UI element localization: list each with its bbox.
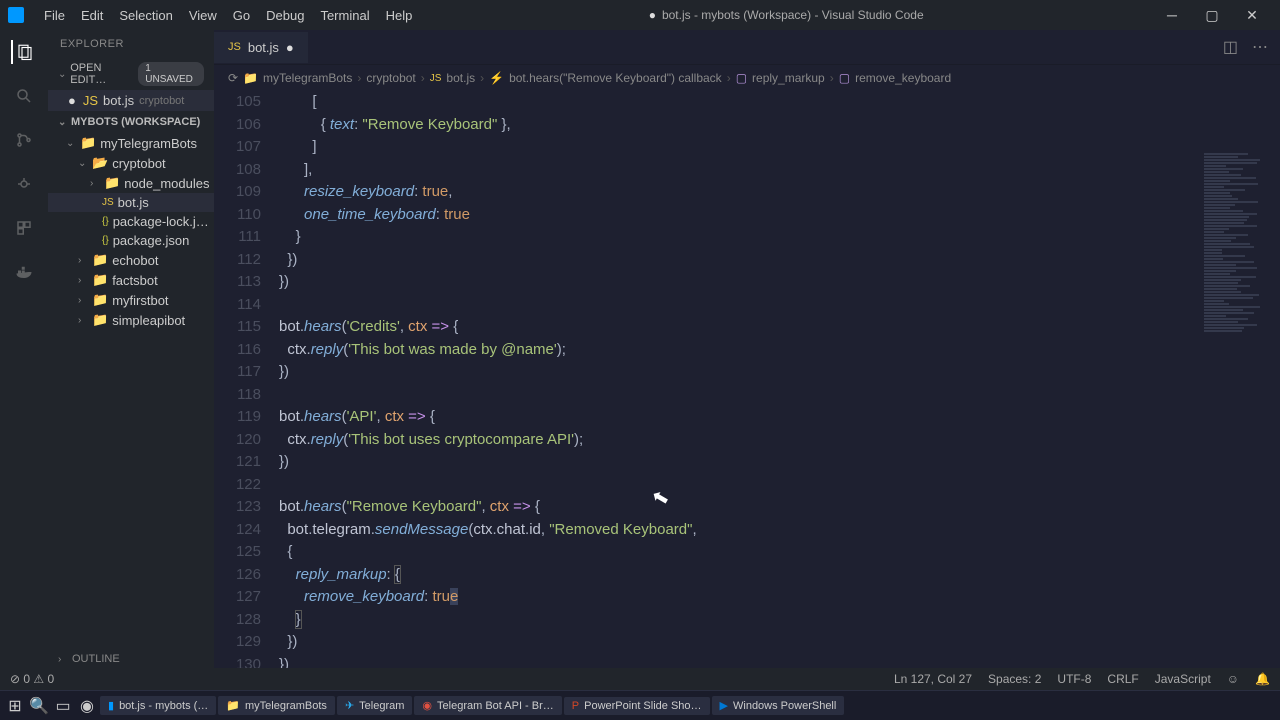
tree-file-pkglock[interactable]: {}package-lock.j… [48,212,214,231]
tree-folder-root[interactable]: ⌄📁myTelegramBots [48,133,214,153]
status-lang[interactable]: JavaScript [1155,672,1211,686]
code-area[interactable]: 105 106 107 108 109 110 111 112 113 114 … [214,91,1280,690]
breadcrumb[interactable]: ⟳ 📁myTelegramBots› cryptobot› JSbot.js› … [214,65,1280,91]
taskbar-powerpoint[interactable]: PPowerPoint Slide Sho… [564,697,710,715]
taskbar: ⊞ 🔍 ▭ ◉ ▮bot.js - mybots (… 📁myTelegramB… [0,690,1280,720]
split-editor-icon[interactable]: ◫ [1223,37,1238,57]
tree-folder-cryptobot[interactable]: ⌄📂cryptobot [48,153,214,173]
workspace-header[interactable]: ⌄MYBOTS (WORKSPACE) [48,111,214,133]
tree-folder-simpleapibot[interactable]: ›📁simpleapibot [48,310,214,330]
menu-view[interactable]: View [181,4,225,27]
search-icon[interactable] [12,84,36,108]
sidebar: EXPLORER ⌄ OPEN EDIT… 1 UNSAVED JS bot.j… [48,30,214,690]
task-view-icon[interactable]: ▭ [52,695,74,717]
debug-icon[interactable] [12,172,36,196]
status-cursor[interactable]: Ln 127, Col 27 [894,672,972,686]
menu-bar: File Edit Selection View Go Debug Termin… [36,4,420,27]
open-editor-file[interactable]: JS bot.js cryptobot [48,90,214,111]
menu-selection[interactable]: Selection [111,4,180,27]
status-spaces[interactable]: Spaces: 2 [988,672,1041,686]
tree-file-botjs[interactable]: JSbot.js [48,193,214,212]
taskbar-browser[interactable]: ◉Telegram Bot API - Br… [414,696,561,715]
minimize-button[interactable]: ─ [1152,7,1192,24]
activity-bar [0,30,48,690]
code-content[interactable]: [ { text: "Remove Keyboard" }, ] ], resi… [279,91,1280,690]
menu-debug[interactable]: Debug [258,4,312,27]
vscode-logo-icon [8,7,24,23]
tree-folder-echobot[interactable]: ›📁echobot [48,250,214,270]
status-encoding[interactable]: UTF-8 [1057,672,1091,686]
menu-edit[interactable]: Edit [73,4,111,27]
taskbar-vscode[interactable]: ▮bot.js - mybots (… [100,696,216,715]
tab-unsaved-icon[interactable]: ● [286,40,294,55]
tree-file-pkg[interactable]: {}package.json [48,231,214,250]
line-gutter: 105 106 107 108 109 110 111 112 113 114 … [214,91,279,690]
status-feedback-icon[interactable]: ☺ [1227,672,1239,686]
taskbar-folder[interactable]: 📁myTelegramBots [218,696,335,715]
taskbar-powershell[interactable]: ▶Windows PowerShell [712,696,845,715]
taskbar-telegram[interactable]: ✈Telegram [337,696,412,715]
close-button[interactable]: ✕ [1232,7,1272,24]
status-eol[interactable]: CRLF [1107,672,1138,686]
tree-folder-myfirstbot[interactable]: ›📁myfirstbot [48,290,214,310]
status-bell-icon[interactable]: 🔔 [1255,672,1270,686]
menu-terminal[interactable]: Terminal [312,4,377,27]
unsaved-badge: 1 UNSAVED [138,62,204,86]
more-actions-icon[interactable]: ⋯ [1252,37,1268,57]
docker-icon[interactable] [12,260,36,284]
status-bar: ⊘ 0 ⚠ 0 Ln 127, Col 27 Spaces: 2 UTF-8 C… [0,668,1280,690]
status-errors[interactable]: ⊘ 0 ⚠ 0 [10,672,54,686]
chrome-icon[interactable]: ◉ [76,695,98,717]
start-button[interactable]: ⊞ [4,695,26,717]
taskbar-search-icon[interactable]: 🔍 [28,695,50,717]
explorer-icon[interactable] [11,40,35,64]
window-controls: ─ ▢ ✕ [1152,7,1272,24]
tree-node-modules[interactable]: ›📁node_modules [48,173,214,193]
explorer-title: EXPLORER [48,30,214,58]
maximize-button[interactable]: ▢ [1192,7,1232,24]
tab-botjs[interactable]: JS bot.js ● [214,32,308,63]
menu-help[interactable]: Help [378,4,421,27]
titlebar: File Edit Selection View Go Debug Termin… [0,0,1280,30]
editor: JS bot.js ● ◫ ⋯ ⟳ 📁myTelegramBots› crypt… [214,30,1280,690]
menu-file[interactable]: File [36,4,73,27]
open-editors-header[interactable]: ⌄ OPEN EDIT… 1 UNSAVED [48,58,214,90]
window-title: ●bot.js - mybots (Workspace) - Visual St… [420,8,1152,22]
menu-go[interactable]: Go [225,4,258,27]
tab-bar: JS bot.js ● ◫ ⋯ [214,30,1280,65]
minimap[interactable] [1200,152,1280,690]
extensions-icon[interactable] [12,216,36,240]
tree-folder-factsbot[interactable]: ›📁factsbot [48,270,214,290]
source-control-icon[interactable] [12,128,36,152]
